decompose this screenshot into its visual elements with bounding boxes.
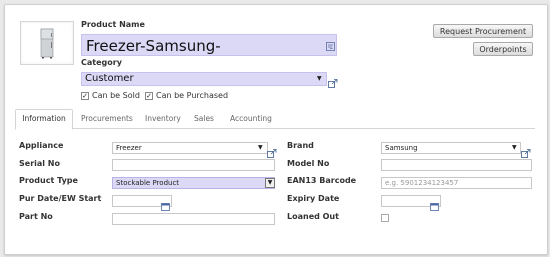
- translate-icon[interactable]: [326, 36, 335, 55]
- tab-accounting[interactable]: Accounting: [230, 114, 272, 123]
- product-form-sheet: Product Name Freezer-Samsung- Category C…: [4, 4, 548, 255]
- brand-label: Brand: [287, 141, 314, 150]
- tab-sales[interactable]: Sales: [194, 114, 214, 123]
- product-type-label: Product Type: [19, 176, 78, 185]
- chevron-down-icon[interactable]: ▼: [317, 75, 322, 82]
- ean13-label: EAN13 Barcode: [287, 176, 357, 185]
- chevron-down-icon[interactable]: ▼: [265, 178, 275, 188]
- product-type-value: Stockable Product: [116, 179, 180, 187]
- loaned-out-checkbox[interactable]: [381, 214, 389, 222]
- freezer-image-icon: [40, 28, 54, 59]
- tab-information[interactable]: Information: [15, 109, 73, 130]
- ean13-input[interactable]: e.g. 5901234123457: [381, 177, 532, 189]
- product-name-label: Product Name: [81, 20, 145, 29]
- category-label: Category: [81, 58, 122, 67]
- orderpoints-button[interactable]: Orderpoints: [473, 42, 533, 56]
- can-be-sold-label: Can be Sold: [92, 91, 140, 100]
- external-link-icon[interactable]: [328, 73, 338, 92]
- chevron-down-icon[interactable]: ▼: [258, 144, 263, 151]
- tabs-divider: [15, 128, 535, 129]
- request-procurement-button[interactable]: Request Procurement: [433, 24, 533, 38]
- can-be-purchased-label: Can be Purchased: [156, 91, 229, 100]
- brand-select[interactable]: Samsung: [381, 142, 521, 154]
- appliance-select[interactable]: Freezer: [112, 142, 268, 154]
- product-type-select[interactable]: Stockable Product: [112, 177, 275, 189]
- can-be-sold-checkbox[interactable]: ✓: [81, 92, 89, 100]
- part-no-input[interactable]: [112, 213, 275, 225]
- model-no-label: Model No: [287, 159, 330, 168]
- serial-no-label: Serial No: [19, 159, 60, 168]
- expiry-date-label: Expiry Date: [287, 194, 340, 203]
- category-value: Customer: [85, 73, 134, 84]
- calendar-icon[interactable]: [430, 196, 439, 215]
- model-no-input[interactable]: [381, 159, 532, 171]
- category-select[interactable]: Customer: [81, 72, 327, 86]
- ean13-placeholder: e.g. 5901234123457: [385, 179, 459, 187]
- product-image[interactable]: [20, 21, 74, 65]
- tab-inventory[interactable]: Inventory: [145, 114, 181, 123]
- part-no-label: Part No: [19, 212, 53, 221]
- pur-date-label: Pur Date/EW Start: [19, 194, 102, 203]
- product-name-input[interactable]: Freezer-Samsung-: [81, 34, 337, 56]
- can-be-purchased-checkbox[interactable]: ✓: [145, 92, 153, 100]
- appliance-value: Freezer: [116, 144, 142, 152]
- loaned-out-label: Loaned Out: [287, 212, 339, 221]
- brand-value: Samsung: [385, 144, 418, 152]
- chevron-down-icon[interactable]: ▼: [512, 144, 517, 151]
- tab-procurements[interactable]: Procurements: [81, 114, 133, 123]
- appliance-label: Appliance: [19, 141, 64, 150]
- serial-no-input[interactable]: [112, 159, 275, 171]
